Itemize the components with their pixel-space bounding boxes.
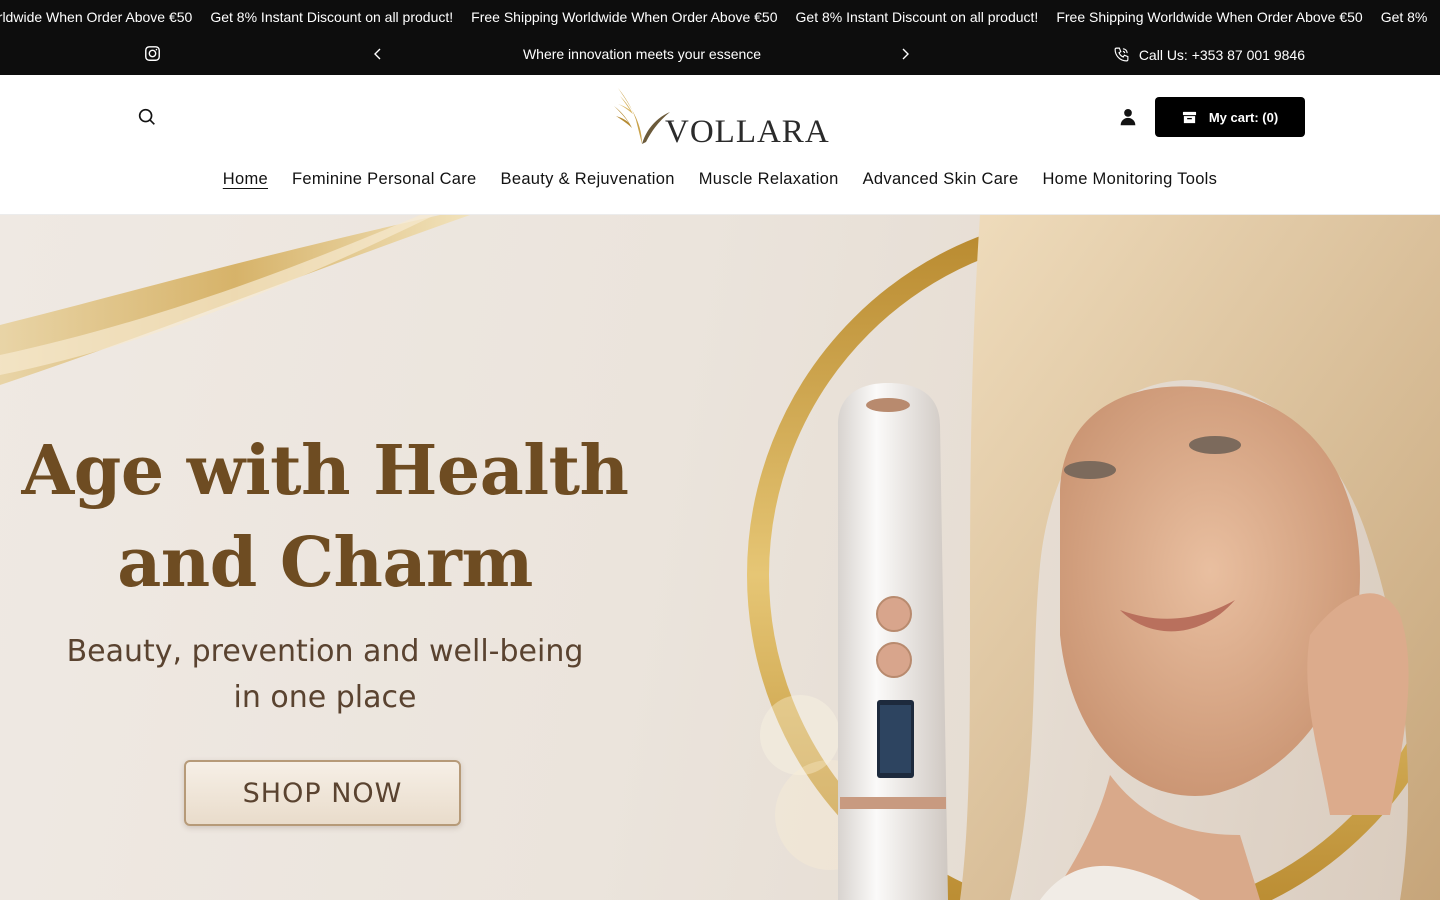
marquee-item: Get 8% Instant Discount on all product!: [210, 9, 454, 25]
nav-item-advanced-skin-care[interactable]: Advanced Skin Care: [863, 163, 1019, 195]
cart-button[interactable]: My cart: (0): [1155, 97, 1305, 137]
marquee-item: Get 8%: [1380, 9, 1428, 25]
hero-subtitle-line: in one place: [233, 680, 417, 715]
account-icon[interactable]: [1117, 106, 1139, 128]
announcement-inner: Where innovation meets your essence Call…: [0, 34, 1440, 75]
nav-item-muscle-relaxation[interactable]: Muscle Relaxation: [699, 163, 839, 195]
chevron-left-icon[interactable]: [370, 46, 386, 62]
promo-marquee: orldwide When Order Above €50 Get 8% Ins…: [0, 0, 1440, 34]
marquee-item: orldwide When Order Above €50: [0, 9, 193, 25]
hero-subtitle: Beauty, prevention and well-being in one…: [0, 629, 650, 721]
search-icon[interactable]: [136, 106, 158, 128]
shop-now-button[interactable]: SHOP NOW: [184, 760, 461, 826]
instagram-icon[interactable]: [144, 45, 161, 62]
announcement-text: Where innovation meets your essence: [522, 46, 762, 62]
marquee-item: Free Shipping Worldwide When Order Above…: [1056, 9, 1363, 25]
hero-title-line: and Charm: [117, 523, 533, 603]
announcement-bar: Where innovation meets your essence Call…: [0, 34, 1440, 75]
site-logo[interactable]: VOLLARA: [612, 86, 830, 150]
cart-label: My cart: (0): [1208, 109, 1279, 125]
nav-item-home-monitoring-tools[interactable]: Home Monitoring Tools: [1042, 163, 1217, 195]
hero-title: Age with Health and Charm: [0, 425, 650, 609]
hero-subtitle-line: Beauty, prevention and well-being: [66, 634, 584, 669]
hero-title-line: Age with Health: [21, 431, 629, 511]
nav-item-home[interactable]: Home: [223, 163, 268, 195]
hero-banner[interactable]: Age with Health and Charm Beauty, preven…: [0, 215, 1440, 900]
chevron-right-icon[interactable]: [897, 46, 913, 62]
site-header: VOLLARA My cart: (0) Home Feminine Perso…: [0, 75, 1440, 215]
nav-item-feminine-personal-care[interactable]: Feminine Personal Care: [292, 163, 477, 195]
phone-link[interactable]: Call Us: +353 87 001 9846: [1113, 34, 1305, 75]
marquee-item: Get 8% Instant Discount on all product!: [795, 9, 1039, 25]
marquee-track: orldwide When Order Above €50 Get 8% Ins…: [0, 0, 1440, 34]
logo-wordmark: VOLLARA: [665, 114, 830, 150]
nav-item-beauty-rejuvenation[interactable]: Beauty & Rejuvenation: [501, 163, 675, 195]
cart-icon: [1182, 111, 1196, 123]
marquee-item: Free Shipping Worldwide When Order Above…: [471, 9, 778, 25]
phone-label: Call Us: +353 87 001 9846: [1138, 46, 1305, 63]
main-nav: Home Feminine Personal Care Beauty & Rej…: [0, 163, 1440, 195]
phone-icon: [1114, 47, 1129, 62]
